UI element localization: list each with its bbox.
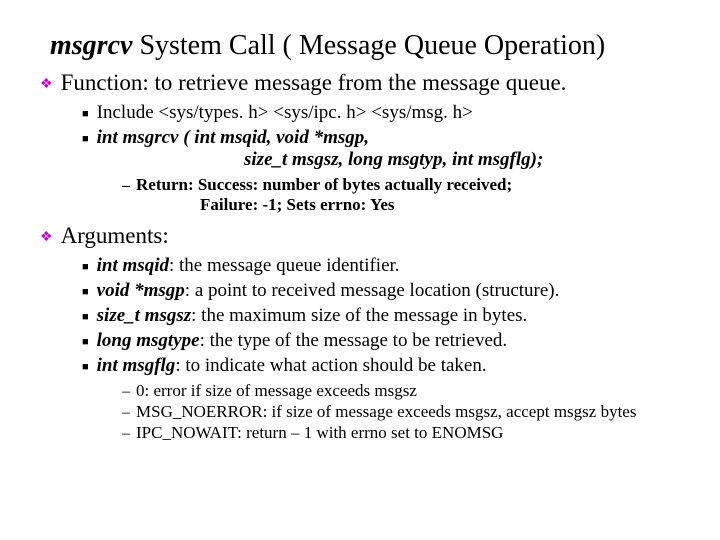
slide: msgrcv System Call ( Message Queue Opera… <box>0 0 720 467</box>
square-bullet-icon: ■ <box>82 286 89 298</box>
section-function: ❖ Function: to retrieve message from the… <box>40 70 680 215</box>
title-rest: System Call ( Message Queue Operation) <box>132 30 605 61</box>
dash-bullet-icon: – <box>122 177 130 195</box>
square-bullet-icon: ■ <box>82 361 89 373</box>
arg-msqid: int msqid: the message queue identifier. <box>97 255 400 277</box>
flag-zero: 0: error if size of message exceeds msgs… <box>136 381 417 401</box>
arg-msgflg: int msgflg: to indicate what action shou… <box>97 355 487 377</box>
return-line-1: Return: Success: number of bytes actuall… <box>136 175 512 195</box>
section-arguments: ❖ Arguments: ■ int msqid: the message que… <box>40 223 680 443</box>
square-bullet-icon: ■ <box>82 261 89 273</box>
function-heading: Function: to retrieve message from the m… <box>61 70 567 96</box>
signature-line-2: size_t msgsz, long msgtyp, int msgflg); <box>244 149 680 171</box>
arg-msgtype: long msgtype: the type of the message to… <box>97 330 508 352</box>
arg-msgsz: size_t msgsz: the maximum size of the me… <box>97 305 528 327</box>
title-emphasis: msgrcv <box>50 30 132 61</box>
flag-nowait: IPC_NOWAIT: return – 1 with errno set to… <box>136 423 503 443</box>
flag-noerror: MSG_NOERROR: if size of message exceeds … <box>136 402 636 422</box>
signature-line-1: int msgrcv ( int msqid, void *msgp, <box>97 127 369 149</box>
square-bullet-icon: ■ <box>82 336 89 348</box>
diamond-bullet-icon: ❖ <box>40 76 53 93</box>
dash-bullet-icon: – <box>122 425 130 443</box>
diamond-bullet-icon: ❖ <box>40 229 53 246</box>
slide-title: msgrcv System Call ( Message Queue Opera… <box>50 30 680 62</box>
square-bullet-icon: ■ <box>82 133 89 145</box>
arguments-heading: Arguments: <box>61 223 169 249</box>
dash-bullet-icon: – <box>122 404 130 422</box>
include-line: Include <sys/types. h> <sys/ipc. h> <sys… <box>97 102 473 124</box>
square-bullet-icon: ■ <box>82 311 89 323</box>
return-line-2: Failure: -1; Sets errno: Yes <box>200 195 680 215</box>
square-bullet-icon: ■ <box>82 108 89 120</box>
dash-bullet-icon: – <box>122 383 130 401</box>
arg-msgp: void *msgp: a point to received message … <box>97 280 560 302</box>
